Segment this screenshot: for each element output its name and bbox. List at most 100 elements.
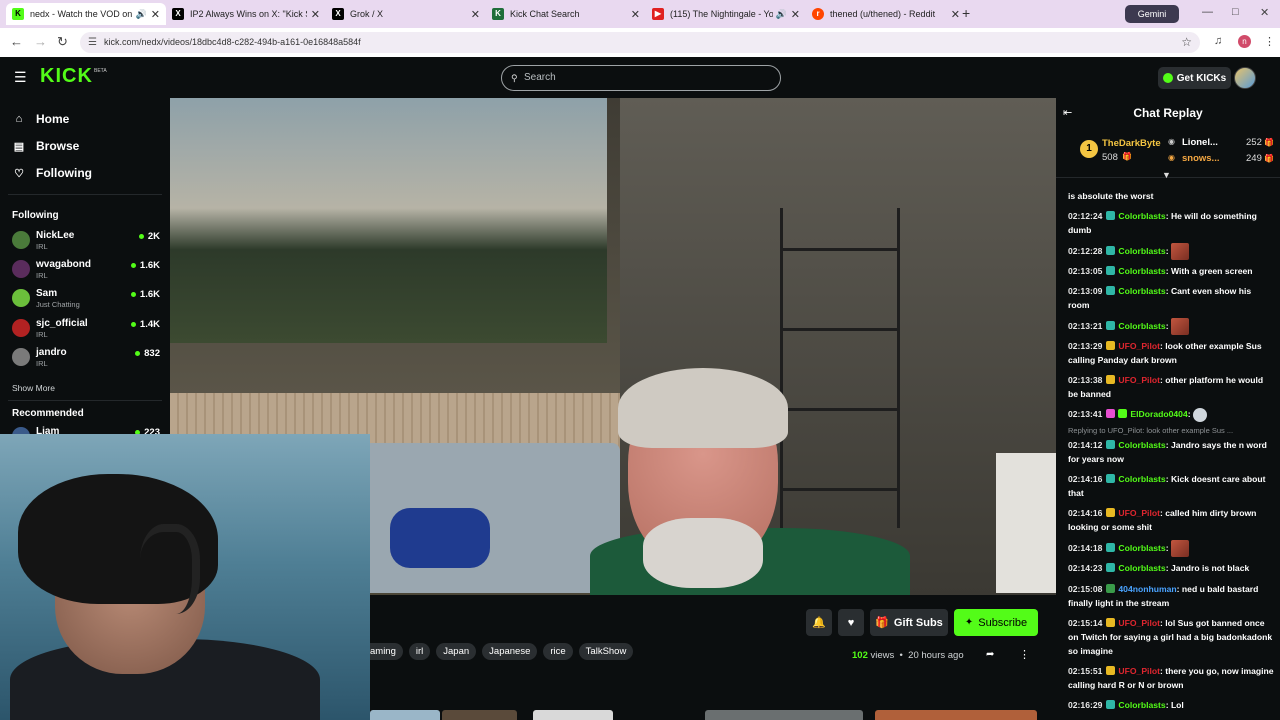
share-icon[interactable]: ➦ — [986, 649, 994, 660]
close-icon[interactable]: ✕ — [151, 8, 160, 21]
video-thumbnail[interactable] — [370, 710, 440, 720]
following-channel[interactable]: sjc_official IRL 1.4K — [12, 316, 160, 342]
timestamp: 02:15:51 — [1068, 666, 1103, 676]
star-icon: ✦ — [964, 617, 974, 628]
heart-icon: ♥ — [847, 616, 855, 629]
browser-tab-youtube[interactable]: ▶ (115) The Nightingale - You 🔊 ✕ — [646, 3, 806, 25]
user-avatar[interactable] — [1234, 67, 1256, 89]
username[interactable]: 404nonhuman — [1118, 584, 1176, 594]
avatar — [12, 231, 30, 249]
browser-menu-icon[interactable]: ⋮ — [1264, 35, 1275, 48]
following-channel[interactable]: NickLee IRL 2K — [12, 228, 160, 254]
video-bag — [390, 508, 490, 568]
timestamp: 02:12:28 — [1068, 245, 1103, 256]
browser-tab-x-post[interactable]: X IP2 Always Wins on X: "Kick Stre ✕ — [166, 3, 326, 25]
expand-pinned-icon[interactable]: ▼ — [1162, 170, 1171, 180]
viewer-count-value: 1.6K — [139, 289, 160, 300]
sidebar-nav-following[interactable]: ♡ Following — [12, 166, 92, 180]
search-icon: ⚲ — [511, 73, 518, 83]
close-icon[interactable]: ✕ — [791, 8, 800, 21]
username[interactable]: UFO_Pilot — [1118, 508, 1160, 518]
browser-tab-bar: K nedx - Watch the VOD on Kick 🔊 ✕ X IP2… — [0, 0, 1280, 28]
browser-tab-reddit[interactable]: r thened (u/thened) - Reddit ✕ — [806, 3, 966, 25]
gift-subs-label: Gift Subs — [893, 616, 943, 629]
gift-subs-button[interactable]: 🎁 Gift Subs — [870, 609, 948, 636]
reply-context[interactable]: Replying to UFO_Pilot: look other exampl… — [1068, 426, 1233, 435]
tag[interactable]: Japanese — [482, 643, 538, 660]
speaker-icon[interactable]: 🔊 — [776, 9, 787, 20]
username[interactable]: Colorblasts — [1118, 211, 1165, 221]
notification-bell-button[interactable]: 🔔 — [806, 609, 832, 636]
chat-message: 02:12:28 Colorblasts: — [1068, 243, 1274, 260]
related-videos-strip — [370, 710, 1060, 720]
timestamp: 02:13:09 — [1068, 286, 1103, 296]
username[interactable]: Colorblasts — [1118, 246, 1165, 256]
minimize-icon[interactable]: — — [1202, 6, 1213, 18]
tag[interactable]: rice — [543, 643, 573, 660]
speaker-icon[interactable]: 🔊 — [136, 9, 147, 20]
more-options-icon[interactable]: ⋮ — [1019, 648, 1030, 661]
timestamp: 02:13:29 — [1068, 341, 1103, 351]
video-thumbnail[interactable] — [875, 710, 1037, 720]
username[interactable]: Colorblasts — [1118, 321, 1165, 331]
following-channel[interactable]: Sam Just Chatting 1.6K — [12, 286, 160, 312]
browser-tab-kick-vod[interactable]: K nedx - Watch the VOD on Kick 🔊 ✕ — [6, 3, 166, 25]
username[interactable]: UFO_Pilot — [1118, 666, 1160, 676]
subscribe-button[interactable]: ✦ Subscribe — [954, 609, 1038, 636]
username[interactable]: UFO_Pilot — [1118, 375, 1160, 385]
browser-profile-avatar[interactable]: n — [1238, 35, 1251, 48]
site-info-icon[interactable]: ☰ — [88, 32, 97, 53]
tag[interactable]: aming — [370, 643, 403, 660]
close-icon[interactable]: ✕ — [951, 8, 960, 21]
address-toolbar: ← → ↻ ☰ kick.com/nedx/videos/18dbc4d8-c2… — [0, 28, 1280, 57]
close-icon[interactable]: ✕ — [631, 8, 640, 21]
reload-icon[interactable]: ↻ — [57, 34, 68, 50]
following-channel[interactable]: jandro IRL 832 — [12, 345, 160, 371]
back-icon[interactable]: ← — [10, 34, 23, 49]
sub-badge-icon — [1106, 563, 1116, 572]
tag[interactable]: TalkShow — [578, 643, 634, 660]
following-channel[interactable]: wvagabond IRL 1.6K — [12, 257, 160, 283]
username[interactable]: UFO_Pilot — [1118, 618, 1160, 628]
video-thumbnail[interactable] — [442, 710, 517, 720]
kick-logo[interactable]: KICK — [40, 65, 93, 88]
hamburger-menu-icon[interactable]: ☰ — [14, 69, 27, 86]
url-bar[interactable]: ☰ kick.com/nedx/videos/18dbc4d8-c282-494… — [80, 32, 1200, 53]
tag[interactable]: irl — [408, 643, 431, 660]
new-tab-button[interactable]: + — [962, 5, 970, 21]
recommended-heading: Recommended — [12, 408, 84, 419]
username[interactable]: Colorblasts — [1118, 266, 1165, 276]
username[interactable]: Colorblasts — [1118, 440, 1165, 450]
gemini-button[interactable]: Gemini — [1125, 5, 1179, 23]
get-kicks-button[interactable]: Get KICKs — [1158, 67, 1231, 89]
close-icon[interactable]: ✕ — [311, 8, 320, 21]
maximize-icon[interactable]: □ — [1232, 6, 1239, 18]
username[interactable]: Colorblasts — [1118, 286, 1165, 296]
browser-tab-grok[interactable]: X Grok / X ✕ — [326, 3, 486, 25]
close-icon[interactable]: ✕ — [471, 8, 480, 21]
close-window-icon[interactable]: ✕ — [1260, 6, 1269, 19]
search-input[interactable]: ⚲ Search — [501, 65, 781, 91]
username[interactable]: Colorblasts — [1118, 543, 1165, 553]
bookmark-star-icon[interactable]: ☆ — [1181, 32, 1192, 53]
tag[interactable]: Japan — [436, 643, 477, 660]
video-streamer — [618, 368, 788, 595]
message-text: Jandro is not black — [1170, 563, 1250, 573]
forward-icon[interactable]: → — [34, 34, 47, 49]
video-thumbnail[interactable] — [705, 710, 863, 720]
username[interactable]: Colorblasts — [1118, 700, 1165, 710]
media-control-icon[interactable]: ♫ — [1214, 35, 1222, 47]
sidebar-nav-home[interactable]: ⌂ Home — [12, 112, 70, 126]
sidebar-nav-browse[interactable]: ▤ Browse — [12, 139, 80, 153]
show-more-link[interactable]: Show More — [12, 383, 55, 393]
username[interactable]: UFO_Pilot — [1118, 341, 1160, 351]
username[interactable]: ElDorado0404 — [1130, 409, 1187, 419]
browser-tab-kick-chat-search[interactable]: K Kick Chat Search ✕ — [486, 3, 646, 25]
username[interactable]: Colorblasts — [1118, 474, 1165, 484]
timestamp: 02:12:24 — [1068, 211, 1103, 221]
follow-heart-button[interactable]: ♥ — [838, 609, 864, 636]
username[interactable]: Colorblasts — [1118, 563, 1165, 573]
sub-badge-icon — [1106, 440, 1116, 449]
video-thumbnail[interactable] — [533, 710, 613, 720]
gifter-badge-icon — [1106, 508, 1116, 517]
